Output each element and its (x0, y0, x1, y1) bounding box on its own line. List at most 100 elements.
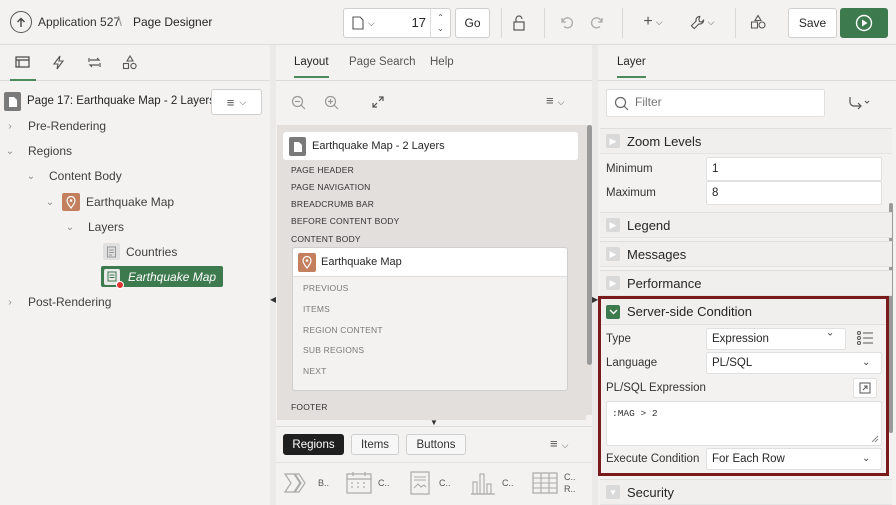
type-select[interactable]: Expression (706, 328, 846, 350)
language-select[interactable]: PL/SQL (706, 352, 882, 374)
property-scrollbar-track[interactable] (889, 128, 894, 505)
page-node[interactable]: Page 17: Earthquake Map - 2 Layers ≡ ⌵ (0, 87, 270, 117)
open-code-editor-icon[interactable] (853, 378, 877, 398)
gallery-item-label: C.. (378, 478, 390, 488)
chevron-right-icon[interactable]: › (4, 297, 16, 308)
gallery-tab-items[interactable]: Items (351, 434, 399, 455)
group-security[interactable]: ▼ Security (600, 479, 892, 505)
map-region-icon (62, 193, 80, 211)
stepper-up-icon[interactable]: ⌃ (437, 12, 444, 23)
processing-tab-icon[interactable] (87, 55, 102, 70)
chevron-down-icon[interactable]: ⌄ (862, 357, 870, 368)
position-breadcrumb-bar[interactable]: BREADCRUMB BAR (291, 199, 374, 209)
layout-menu-icon[interactable]: ≡ ⌵ (546, 93, 564, 108)
region-card-earthquake-map[interactable]: Earthquake Map (292, 247, 568, 391)
create-menu-icon[interactable]: + ⌵ (638, 12, 668, 32)
utilities-wrench-icon[interactable]: ⌵ (685, 12, 719, 32)
chevron-down-icon[interactable]: ⌄ (25, 171, 37, 182)
position-page-header[interactable]: PAGE HEADER (291, 165, 354, 175)
page-number-input[interactable] (384, 15, 426, 30)
tree-node-earthquake-map-layer-selected[interactable]: Earthquake Map (101, 266, 224, 289)
group-legend[interactable]: ▶ Legend (600, 212, 892, 238)
group-zoom-levels[interactable]: ▶ Zoom Levels (600, 128, 892, 154)
tab-help[interactable]: Help (430, 56, 454, 68)
group-performance[interactable]: ▶ Performance (600, 270, 892, 296)
shared-components-icon[interactable] (748, 12, 768, 32)
slot-next[interactable]: NEXT (303, 366, 326, 376)
position-before-content-body[interactable]: BEFORE CONTENT BODY (291, 216, 400, 226)
page-stepper[interactable]: ⌃ ⌄ (430, 9, 450, 37)
chevron-down-icon[interactable]: ⌄ (4, 146, 16, 157)
tree-node-pre-rendering[interactable]: › Pre-Rendering (4, 119, 106, 133)
redo-icon[interactable] (588, 12, 608, 32)
gallery-tab-regions[interactable]: Regions (283, 434, 344, 455)
tree-node-label: Layers (88, 220, 125, 234)
chevron-right-icon[interactable]: ▶ (606, 276, 620, 290)
page-card[interactable]: Earthquake Map - 2 Layers (283, 132, 578, 160)
tab-layer[interactable]: Layer (617, 56, 646, 78)
chevron-down-icon[interactable]: ⌄ (44, 197, 56, 208)
stepper-down-icon[interactable]: ⌄ (437, 23, 444, 34)
chevron-right-icon[interactable]: ▶ (606, 247, 620, 261)
tree-node-content-body[interactable]: ⌄ Content Body (25, 169, 122, 183)
maximum-field[interactable]: 8 (706, 181, 882, 205)
tree-node-regions[interactable]: ⌄ Regions (4, 144, 72, 158)
chevron-right-icon[interactable]: ▶ (606, 134, 620, 148)
gallery-item-classic-report[interactable]: C.. R.. (531, 470, 576, 496)
tree-node-layers[interactable]: ⌄ Layers (64, 220, 124, 234)
tree-node-countries[interactable]: Countries (103, 243, 177, 260)
run-button[interactable] (840, 8, 888, 38)
filter-field[interactable] (606, 89, 825, 117)
chevron-down-icon[interactable]: ⌄ (862, 453, 870, 464)
lock-icon[interactable] (509, 13, 529, 33)
page-selector[interactable]: ⌵ ⌃ ⌄ (343, 8, 451, 38)
rendering-tab-icon[interactable] (15, 55, 30, 69)
gallery-item-chart[interactable]: C.. (468, 470, 514, 496)
gallery-item-calendar[interactable]: C.. (345, 471, 390, 495)
minimum-field[interactable]: 1 (706, 157, 882, 181)
slot-previous[interactable]: PREVIOUS (303, 283, 349, 293)
undo-icon[interactable] (556, 12, 576, 32)
tab-layout[interactable]: Layout (294, 56, 329, 78)
slot-items[interactable]: ITEMS (303, 304, 330, 314)
app-home-icon[interactable] (10, 11, 32, 33)
execute-condition-select[interactable]: For Each Row (706, 448, 882, 470)
zoom-out-icon[interactable] (291, 95, 306, 110)
gallery-tab-buttons[interactable]: Buttons (406, 434, 466, 455)
dynamic-actions-tab-icon[interactable] (52, 55, 65, 70)
breadcrumb-region-icon (283, 471, 313, 495)
gallery-item-card[interactable]: C.. (409, 470, 451, 496)
gallery-menu-icon[interactable]: ≡ ⌵ (550, 436, 568, 451)
chevron-right-icon[interactable]: ▶ (606, 218, 620, 232)
list-icon[interactable] (856, 330, 874, 346)
position-page-navigation[interactable]: PAGE NAVIGATION (291, 182, 371, 192)
chevron-down-icon[interactable] (606, 304, 620, 319)
filter-input[interactable] (635, 95, 815, 109)
go-to-group-icon[interactable] (848, 96, 870, 110)
resize-handle-icon[interactable] (871, 435, 879, 443)
position-footer[interactable]: FOOTER (291, 402, 328, 412)
save-button[interactable]: Save (788, 8, 837, 38)
region-card-header[interactable]: Earthquake Map (293, 248, 567, 277)
shared-components-tab-icon[interactable] (122, 55, 138, 70)
group-server-side-condition[interactable]: Server-side Condition (601, 299, 886, 325)
gallery-item-label: C.. (564, 472, 576, 482)
group-messages[interactable]: ▶ Messages (600, 241, 892, 267)
tree-node-post-rendering[interactable]: › Post-Rendering (4, 295, 111, 309)
gallery-item-breadcrumb[interactable]: B.. (283, 471, 329, 495)
slot-sub-regions[interactable]: SUB REGIONS (303, 345, 364, 355)
tab-page-search[interactable]: Page Search (349, 56, 416, 68)
app-breadcrumb-link[interactable]: Application 527 (38, 15, 120, 29)
tree-node-earthquake-map[interactable]: ⌄ Earthquake Map (44, 193, 174, 211)
zoom-in-icon[interactable] (324, 95, 339, 110)
chevron-down-icon[interactable]: ▼ (606, 485, 620, 499)
position-content-body[interactable]: CONTENT BODY (291, 234, 361, 244)
chevron-down-icon[interactable]: ⌄ (64, 222, 76, 233)
scrollbar-thumb[interactable] (586, 125, 592, 365)
tree-menu-button[interactable]: ≡ ⌵ (211, 89, 262, 115)
plsql-expression-editor[interactable]: :MAG > 2 (606, 401, 882, 446)
go-button[interactable]: Go (455, 8, 490, 38)
expand-icon[interactable] (371, 95, 385, 109)
slot-region-content[interactable]: REGION CONTENT (303, 325, 383, 335)
chevron-right-icon[interactable]: › (4, 121, 16, 132)
